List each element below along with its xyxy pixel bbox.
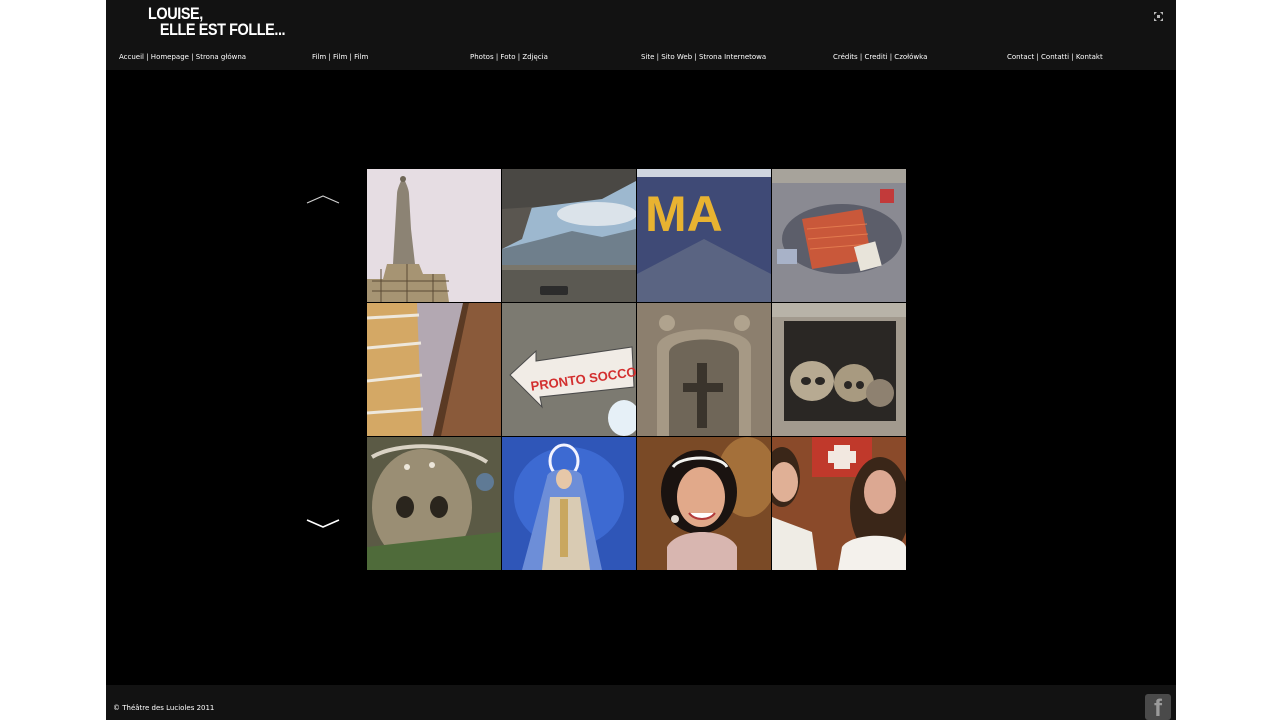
photo-thumbnail-ma-sign[interactable]: MA [637,169,771,302]
nav-item-website[interactable]: Site | Sito Web | Strona Internetowa [641,51,766,63]
photo-thumbnail-statue-tower[interactable] [367,169,501,302]
fullscreen-button[interactable] [1153,11,1163,21]
fullscreen-icon [1153,11,1163,21]
photo-statue-tower [367,169,501,302]
photo-thumbnail-laughing-women[interactable] [772,437,906,570]
nav-item-credits[interactable]: Crédits | Crediti | Czołówka [833,51,927,63]
photo-thumbnail-crowned-skull[interactable] [367,437,501,570]
nav-item-film[interactable]: Film | Film | Film [312,51,368,63]
photo-thumbnail-smiling-woman[interactable] [637,437,771,570]
ma-sign-text: MA [645,186,723,242]
photo-thumbnail-stone-cross[interactable] [637,303,771,436]
scroll-up-arrow-icon[interactable] [306,193,340,205]
photo-ma-sign: MA [637,169,771,302]
photo-thumbnail-overpass[interactable] [502,169,636,302]
photo-smiling-woman [637,437,771,570]
photo-thumbnail-skulls[interactable] [772,303,906,436]
photo-thumbnail-street-rubbish[interactable] [772,169,906,302]
photo-building [367,303,501,436]
scroll-down-arrow-icon[interactable] [306,518,340,530]
facebook-button[interactable]: f [1145,694,1171,720]
header: Louise, elle est folle... Accueil | Home… [106,0,1176,70]
nav-item-contact[interactable]: Contact | Contatti | Kontakt [1007,51,1103,63]
facebook-icon: f [1154,695,1162,720]
photo-stone-cross [637,303,771,436]
copyright-text: © Théâtre des Lucioles 2011 [113,704,215,712]
photo-skulls [772,303,906,436]
photo-thumbnail-building[interactable] [367,303,501,436]
photo-street-rubbish [772,169,906,302]
photo-overpass [502,169,636,302]
photo-gallery: MA PRONTO SOCCORSO [367,169,908,571]
photo-thumbnail-pronto-soccorso[interactable]: PRONTO SOCCORSO [502,303,636,436]
footer: © Théâtre des Lucioles 2011 f [106,685,1176,720]
photo-pronto-soccorso: PRONTO SOCCORSO [502,303,636,436]
photo-crowned-skull [367,437,501,570]
main-nav: Accueil | Homepage | Strona główna Film … [106,51,1176,63]
logo-line-2: elle est folle... [159,20,286,39]
photo-madonna [502,437,636,570]
nav-item-photos[interactable]: Photos | Foto | Zdjęcia [470,51,548,63]
photo-thumbnail-madonna[interactable] [502,437,636,570]
site-frame: Louise, elle est folle... Accueil | Home… [106,0,1176,720]
photo-laughing-women [772,437,906,570]
nav-item-home[interactable]: Accueil | Homepage | Strona główna [119,51,246,63]
site-logo[interactable]: Louise, elle est folle... [148,5,286,39]
